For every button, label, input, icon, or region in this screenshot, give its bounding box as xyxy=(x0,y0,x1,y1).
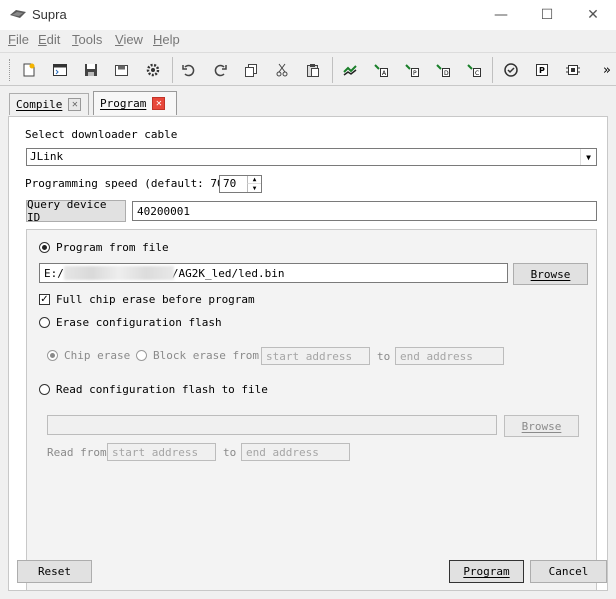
device-id-value: 40200001 xyxy=(137,204,190,218)
toolbar-overflow-button[interactable]: » xyxy=(595,58,616,82)
menu-help[interactable]: Help xyxy=(153,32,180,47)
save-icon[interactable] xyxy=(79,58,103,82)
tab-compile[interactable]: Compile ✕ xyxy=(9,93,89,115)
close-icon[interactable]: ✕ xyxy=(68,98,82,111)
compile-c-icon[interactable]: C xyxy=(462,58,486,82)
file-path-suffix: /AG2K_led/led.bin xyxy=(171,266,285,280)
compile-a-icon[interactable]: A xyxy=(369,58,393,82)
chip-erase-radio[interactable] xyxy=(47,350,58,361)
check-icon[interactable] xyxy=(499,58,523,82)
svg-text:P: P xyxy=(539,66,545,75)
reset-button[interactable]: Reset xyxy=(17,560,92,583)
program-from-file-label: Program from file xyxy=(56,241,169,254)
close-icon[interactable]: ✕ xyxy=(152,97,166,110)
speed-value: 70 xyxy=(223,177,237,190)
chevron-down-icon[interactable]: ▼ xyxy=(580,149,596,165)
chip-icon[interactable] xyxy=(561,58,585,82)
erase-to-label: to xyxy=(377,350,391,363)
query-device-id-button[interactable]: Query device ID xyxy=(26,198,126,224)
redo-icon[interactable] xyxy=(208,58,232,82)
program-options-group: Program from file E:/ /AG2K_led/led.bin … xyxy=(26,229,597,591)
tab-program[interactable]: Program ✕ xyxy=(93,91,177,115)
browse-button[interactable]: Browse xyxy=(513,263,588,285)
menu-view[interactable]: View xyxy=(115,32,143,47)
stepper-up-icon[interactable]: ▲ xyxy=(247,176,261,184)
svg-text:P: P xyxy=(413,70,417,77)
menu-file[interactable]: File xyxy=(8,32,29,47)
svg-text:D: D xyxy=(444,70,449,77)
chip-erase-label: Chip erase xyxy=(64,349,131,362)
read-from-label: Read from xyxy=(47,446,107,459)
toolbar-separator xyxy=(172,57,173,83)
maximize-button[interactable]: ☐ xyxy=(524,0,570,30)
terminal-icon[interactable] xyxy=(48,58,72,82)
cable-value: JLink xyxy=(30,150,64,163)
window-title: Supra xyxy=(32,7,67,22)
program-from-file-radio[interactable] xyxy=(39,242,50,253)
erase-config-flash-radio[interactable] xyxy=(39,317,50,328)
full-chip-erase-checkbox[interactable]: ✓ xyxy=(39,294,50,305)
undo-icon[interactable] xyxy=(177,58,201,82)
compile-p-icon[interactable]: P xyxy=(400,58,424,82)
menu-tools[interactable]: Tools xyxy=(72,32,102,47)
redacted-path-segment xyxy=(63,266,174,280)
minimize-button[interactable]: — xyxy=(478,0,524,30)
block-erase-radio[interactable] xyxy=(136,350,147,361)
cable-label: Select downloader cable xyxy=(25,128,178,141)
tab-program-label: Program xyxy=(100,97,147,110)
close-button[interactable]: ✕ xyxy=(570,0,616,30)
new-file-icon[interactable] xyxy=(17,58,41,82)
program-button[interactable]: Program xyxy=(449,560,524,583)
menu-bar: File Edit Tools View Help xyxy=(0,30,616,50)
read-config-flash-label: Read configuration flash to file xyxy=(56,383,268,396)
full-chip-erase-label: Full chip erase before program xyxy=(56,293,255,306)
erase-end-address-field[interactable]: end address xyxy=(395,347,504,365)
toolbar-separator xyxy=(332,57,333,83)
read-browse-button[interactable]: Browse xyxy=(504,415,579,437)
stepper-down-icon[interactable]: ▼ xyxy=(247,184,261,192)
toolbar: A P D C P » xyxy=(0,52,616,86)
cut-icon[interactable] xyxy=(270,58,294,82)
cable-select[interactable]: JLink ▼ xyxy=(26,148,597,166)
file-path-field[interactable]: E:/ /AG2K_led/led.bin xyxy=(39,263,508,283)
read-config-flash-radio[interactable] xyxy=(39,384,50,395)
toolbar-grip[interactable] xyxy=(9,59,12,81)
speed-stepper[interactable]: 70 ▲ ▼ xyxy=(219,175,262,193)
toolbar-separator xyxy=(492,57,493,83)
erase-config-flash-label: Erase configuration flash xyxy=(56,316,222,329)
paste-icon[interactable] xyxy=(301,58,325,82)
program-panel: Select downloader cable JLink ▼ Programm… xyxy=(8,116,608,591)
app-logo-icon xyxy=(10,10,26,18)
save-all-icon[interactable] xyxy=(110,58,134,82)
title-bar: Supra — ☐ ✕ xyxy=(0,0,616,30)
device-id-field[interactable]: 40200001 xyxy=(132,201,597,221)
program-icon[interactable]: P xyxy=(530,58,554,82)
settings-icon[interactable] xyxy=(141,58,165,82)
tab-compile-label: Compile xyxy=(16,98,63,111)
erase-start-address-field[interactable]: start address xyxy=(261,347,370,365)
block-erase-label: Block erase from xyxy=(153,349,259,362)
compile-all-icon[interactable] xyxy=(338,58,362,82)
svg-text:C: C xyxy=(475,70,479,77)
compile-d-icon[interactable]: D xyxy=(431,58,455,82)
read-start-address-field[interactable]: start address xyxy=(107,443,216,461)
speed-label: Programming speed (default: 70) xyxy=(25,177,231,190)
read-end-address-field[interactable]: end address xyxy=(241,443,350,461)
read-file-path-field[interactable] xyxy=(47,415,497,435)
read-to-label: to xyxy=(223,446,237,459)
file-path-prefix: E:/ xyxy=(44,266,64,280)
copy-icon[interactable] xyxy=(239,58,263,82)
cancel-button[interactable]: Cancel xyxy=(530,560,607,583)
menu-edit[interactable]: Edit xyxy=(38,32,60,47)
